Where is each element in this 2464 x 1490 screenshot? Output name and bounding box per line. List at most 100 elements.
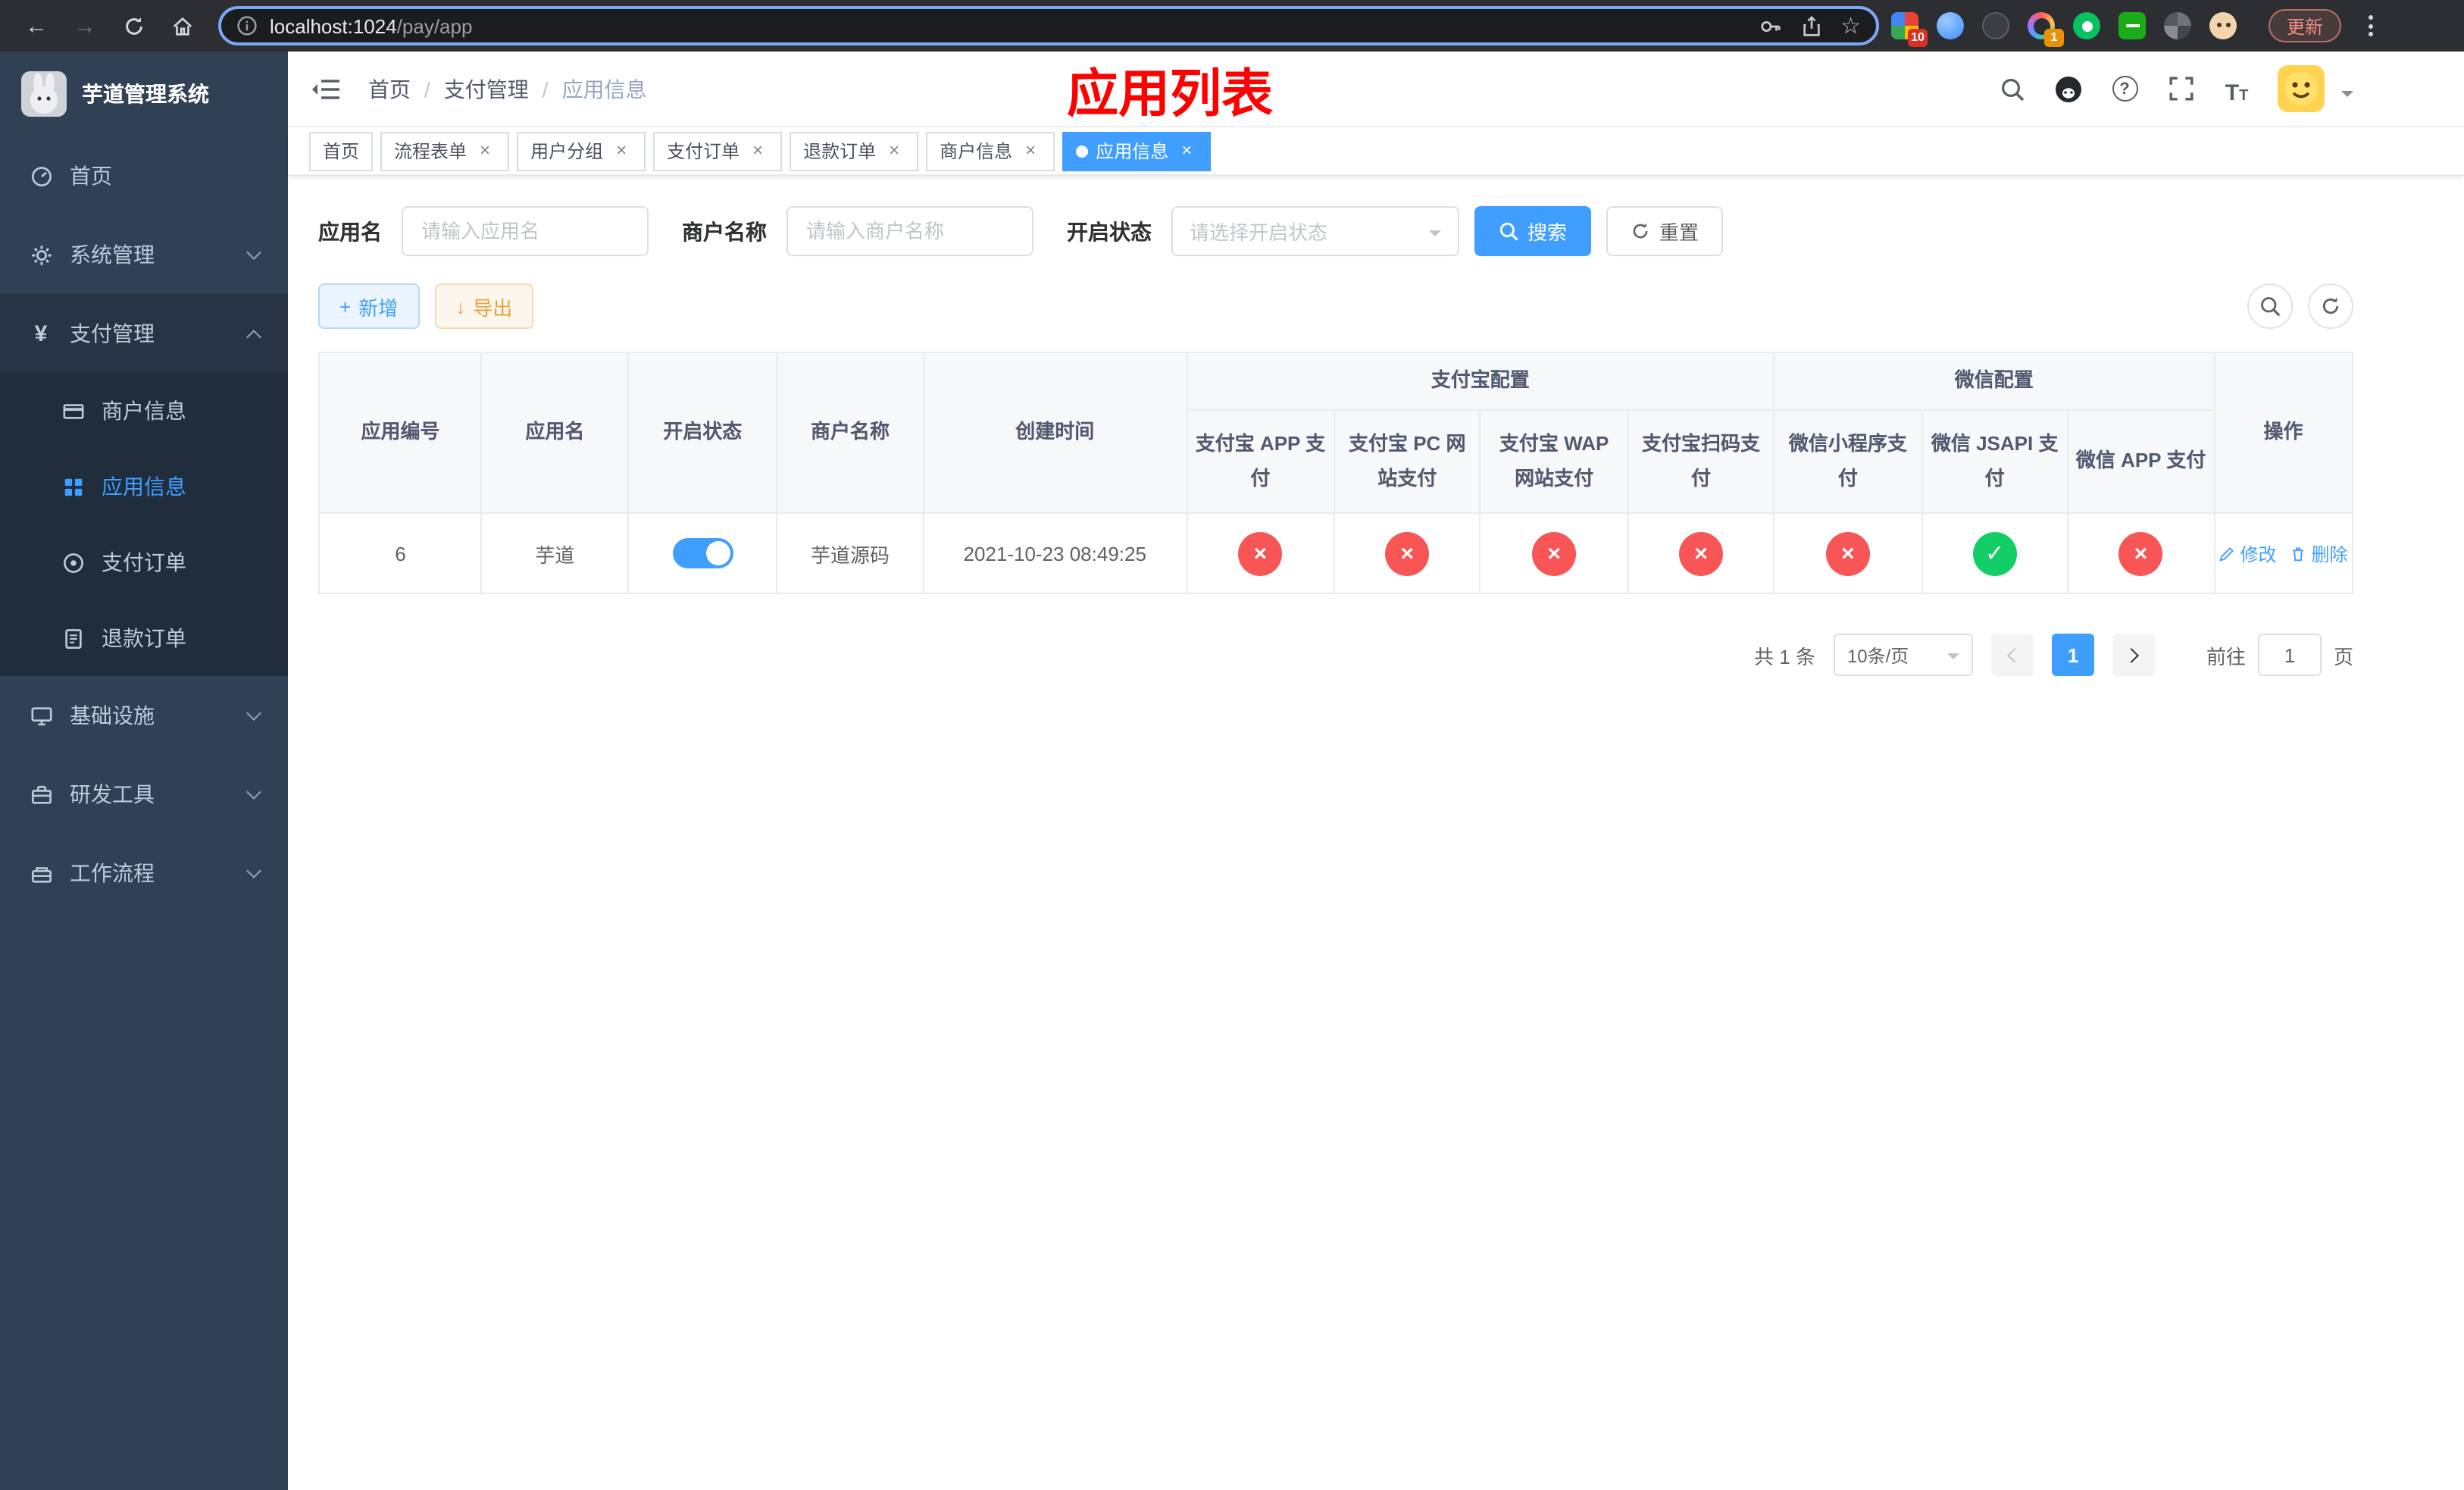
user-avatar[interactable]: [2278, 65, 2325, 112]
help-icon[interactable]: ?: [2109, 74, 2140, 104]
sidebar-item-app-info[interactable]: 应用信息: [0, 449, 288, 524]
browser-reload-button[interactable]: [115, 8, 152, 44]
cell-wechat-lite: ×: [1773, 512, 1923, 594]
sidebar-item-payment-orders[interactable]: 支付订单: [0, 524, 288, 600]
sidebar-item-infrastructure[interactable]: 基础设施: [0, 676, 288, 755]
extension-icon-8[interactable]: [2209, 11, 2238, 40]
sidebar-item-system[interactable]: 系统管理: [0, 215, 288, 294]
github-icon[interactable]: [2053, 74, 2084, 104]
status-toggle[interactable]: [672, 538, 733, 568]
cell-status: [627, 512, 778, 594]
table-row: 6 芋道 芋道源码 2021-10-23 08:49:25 × × × × × …: [317, 512, 2353, 594]
app-name-input[interactable]: [402, 206, 649, 256]
show-search-button[interactable]: [2247, 283, 2293, 329]
status-select[interactable]: 请选择开启状态: [1171, 206, 1459, 256]
page-size-select[interactable]: 10条/页: [1833, 634, 1973, 676]
sidebar: 芋道管理系统 首页 系统管理 ¥ 支付管理 商户信息 应用信息 支付订单 退款订…: [0, 52, 288, 1490]
close-icon[interactable]: ×: [474, 139, 496, 161]
browser-menu-button[interactable]: [2369, 11, 2374, 41]
enabled-icon: ✓: [1972, 531, 2017, 575]
extension-icon-6[interactable]: [2118, 11, 2147, 40]
header-actions: ? TT: [1997, 65, 2353, 112]
sidebar-item-workflow[interactable]: 工作流程: [0, 834, 288, 912]
avatar-caret-icon[interactable]: [2341, 90, 2353, 102]
active-dot: [1076, 145, 1089, 157]
goto-page-input[interactable]: [2257, 634, 2322, 676]
merchant-name-input[interactable]: [786, 206, 1033, 256]
tab-payment-orders[interactable]: 支付订单 ×: [653, 131, 783, 171]
browser-forward-button[interactable]: →: [67, 8, 103, 44]
current-page-button[interactable]: 1: [2051, 634, 2094, 676]
chevron-down-icon: [1946, 653, 1959, 665]
next-page-button[interactable]: [2112, 634, 2155, 676]
extension-icon-4[interactable]: 1: [2028, 11, 2064, 46]
add-button-label: 新增: [358, 296, 399, 319]
dashboard-icon: [29, 164, 53, 188]
extension-badge: 1: [2044, 28, 2064, 46]
col-alipay-qr: 支付宝扫码支付: [1627, 409, 1775, 514]
tab-app-info[interactable]: 应用信息 ×: [1062, 131, 1212, 171]
col-app-name: 应用名: [480, 352, 629, 514]
tab-label: 支付订单: [667, 141, 740, 162]
site-info-icon[interactable]: [236, 15, 258, 36]
col-group-alipay: 支付宝配置: [1186, 352, 1775, 411]
font-size-icon[interactable]: TT: [2222, 74, 2252, 104]
col-status: 开启状态: [627, 352, 778, 514]
close-icon[interactable]: ×: [611, 139, 632, 161]
sidebar-item-home[interactable]: 首页: [0, 136, 288, 215]
password-key-icon[interactable]: [1759, 14, 1781, 37]
sidebar-item-dev-tools[interactable]: 研发工具: [0, 755, 288, 834]
prev-page-button[interactable]: [1990, 634, 2034, 676]
tab-label: 应用信息: [1096, 141, 1169, 162]
browser-update-button[interactable]: 更新: [2269, 9, 2342, 42]
close-icon[interactable]: ×: [1176, 139, 1197, 161]
address-bar[interactable]: localhost:1024/pay/app ☆: [218, 6, 1879, 45]
breadcrumb-home[interactable]: 首页: [368, 74, 411, 104]
col-wechat-app: 微信 APP 支付: [2067, 409, 2215, 514]
reset-button[interactable]: 重置: [1606, 206, 1724, 256]
app-logo: [21, 71, 67, 117]
refresh-table-button[interactable]: [2308, 283, 2353, 329]
close-icon[interactable]: ×: [1020, 139, 1041, 161]
chevron-down-icon: [1429, 230, 1441, 243]
gear-icon: [29, 243, 53, 267]
browser-back-button[interactable]: ←: [18, 8, 55, 44]
export-button[interactable]: ↓ 导出: [434, 283, 534, 329]
disabled-icon: ×: [1825, 531, 1870, 575]
order-icon: [61, 550, 85, 574]
close-icon[interactable]: ×: [883, 139, 905, 161]
sidebar-item-refund-orders[interactable]: 退款订单: [0, 600, 288, 676]
delete-link[interactable]: 删除: [2290, 540, 2348, 566]
extension-icon-1[interactable]: 10: [1891, 11, 1928, 46]
add-button[interactable]: + 新增: [318, 283, 420, 329]
sidebar-fold-icon[interactable]: [311, 74, 344, 104]
tab-refund-orders[interactable]: 退款订单 ×: [790, 131, 919, 171]
tab-merchant-info[interactable]: 商户信息 ×: [926, 131, 1055, 171]
search-icon: [1499, 222, 1518, 241]
search-icon[interactable]: [1997, 74, 2028, 104]
extension-icon-2[interactable]: [1937, 11, 1965, 40]
sidebar-item-merchant-info[interactable]: 商户信息: [0, 373, 288, 449]
download-icon: ↓: [455, 295, 466, 318]
bookmark-star-icon[interactable]: ☆: [1840, 14, 1861, 37]
tab-process-form[interactable]: 流程表单 ×: [380, 131, 510, 171]
sidebar-logo-row[interactable]: 芋道管理系统: [0, 52, 288, 136]
pagination: 共 1 条 10条/页 1 前往 页: [318, 634, 2353, 676]
col-group-wechat: 微信配置: [1773, 352, 2215, 411]
tab-user-group[interactable]: 用户分组 ×: [517, 131, 646, 171]
search-button[interactable]: 搜索: [1474, 206, 1592, 256]
close-icon[interactable]: ×: [747, 139, 768, 161]
sidebar-item-payment[interactable]: ¥ 支付管理: [0, 294, 288, 373]
sidebar-item-label: 基础设施: [70, 703, 155, 728]
share-icon[interactable]: [1800, 14, 1822, 37]
extension-icon-3[interactable]: [1982, 11, 2011, 40]
edit-link[interactable]: 修改: [2219, 540, 2277, 566]
search-icon: [2261, 297, 2281, 317]
workflow-icon: [29, 861, 53, 885]
fullscreen-icon[interactable]: [2165, 74, 2196, 104]
extension-icon-7[interactable]: [2164, 11, 2193, 40]
extension-icon-5[interactable]: [2073, 11, 2102, 40]
tab-home[interactable]: 首页: [309, 131, 374, 171]
browser-home-button[interactable]: [164, 8, 200, 44]
cell-wechat-jsapi: ✓: [1921, 512, 2069, 594]
